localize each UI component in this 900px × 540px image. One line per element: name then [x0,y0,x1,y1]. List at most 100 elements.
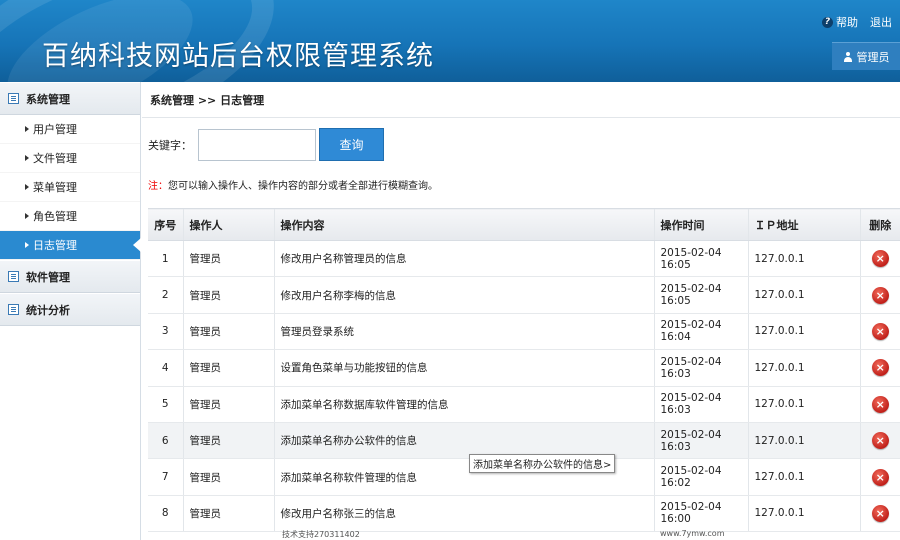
cell-index: 1 [148,240,183,278]
list-icon [8,304,19,315]
cell-delete: × [859,240,900,278]
cell-time: 2015-02-04 16:04 [653,313,748,351]
sidebar-group-statistics[interactable]: 统计分析 [0,293,140,326]
table-row: 1 管理员 修改用户名称管理员的信息 2015-02-04 16:05 127.0.0.… [148,240,900,278]
help-icon: ? [822,16,833,28]
top-nav: ? 帮助 退出 [822,14,892,30]
cell-ip: 127.0.0.1 [747,240,860,278]
cell-index: 2 [148,276,183,314]
table-row: 3 管理员 管理员登录系统 2015-02-04 16:04 127.0.0.1 × [148,313,900,351]
cell-operator: 管理员 [182,240,274,278]
sidebar-item-roles[interactable]: 角色管理 [0,202,140,231]
sidebar-group-software[interactable]: 软件管理 [0,260,140,293]
sidebar-group-system[interactable]: 系统管理 [0,82,140,115]
list-icon [8,93,19,104]
cell-content: 管理员登录系统 [273,313,654,351]
col-header-index: 序号 [148,208,183,241]
cell-ip: 127.0.0.1 [747,386,860,423]
table-row: 5 管理员 添加菜单名称数据库软件管理的信息 2015-02-04 16:03 127.… [148,386,900,423]
cell-operator: 管理员 [182,386,274,423]
sidebar-item-logs[interactable]: 日志管理 [0,231,141,260]
delete-icon[interactable]: × [871,250,889,268]
cell-index: 4 [148,349,183,387]
cell-content: 设置角色菜单与功能按钮的信息 [273,349,654,387]
tooltip: 添加菜单名称办公软件的信息> [469,454,616,473]
col-header-delete: 删除 [859,208,900,241]
sidebar-item-label: 文件管理 [33,152,77,165]
log-table: 序号 操作人 操作内容 操作时间 ＩＰ地址 删除 1 管理员 修改用户名称管理员的信… [148,208,900,533]
hint-text: 您可以输入操作人、操作内容的部分或者全部进行模糊查询。 [168,181,438,192]
delete-icon[interactable]: × [871,395,889,413]
sidebar-item-users[interactable]: 用户管理 [0,115,140,144]
main-content: 系统管理 >> 日志管理 关键字： 查询 注：您可以输入操作人、操作内容的部分或… [142,82,900,540]
cell-index: 3 [148,313,183,351]
delete-icon[interactable]: × [871,359,889,377]
cell-delete: × [859,276,900,314]
sidebar-item-menus[interactable]: 菜单管理 [0,173,140,202]
triangle-right-icon [25,242,29,248]
delete-icon[interactable]: × [871,286,889,304]
sidebar-group-label: 统计分析 [26,303,70,317]
delete-icon[interactable]: × [871,432,889,450]
cell-delete: × [859,313,900,351]
cell-time: 2015-02-04 16:00 [653,495,748,533]
cell-time: 2015-02-04 16:03 [653,349,748,387]
cell-time: 2015-02-04 16:05 [653,240,748,278]
cell-operator: 管理员 [182,276,274,314]
delete-icon[interactable]: × [871,322,889,340]
sidebar-item-files[interactable]: 文件管理 [0,144,140,173]
search-input[interactable] [198,128,316,161]
cell-ip: 127.0.0.1 [747,276,860,314]
cell-ip: 127.0.0.1 [747,313,860,351]
cell-delete: × [859,386,900,423]
sidebar: 系统管理 用户管理 文件管理 菜单管理 角色管理 日志管理 软件管理 统计分析 [0,82,141,540]
cell-content: 修改用户名称管理员的信息 [273,240,654,278]
cell-delete: × [859,458,900,496]
col-header-content: 操作内容 [273,208,654,241]
triangle-right-icon [25,184,29,190]
cell-operator: 管理员 [182,422,274,460]
cell-operator: 管理员 [182,349,274,387]
cell-ip: 127.0.0.1 [747,422,860,460]
cell-index: 5 [148,386,183,423]
footer-support: 技术支持2703114​02 [282,530,360,539]
search-bar: 关键字： 查询 [148,128,384,161]
cell-operator: 管理员 [182,458,274,496]
sidebar-item-label: 角色管理 [33,210,77,223]
cell-operator: 管理员 [182,313,274,351]
cell-content: 添加菜单名称数据库软件管理的信息 [273,386,654,423]
cell-ip: 127.0.0.1 [747,458,860,496]
search-button[interactable]: 查询 [319,128,384,161]
cell-operator: 管理员 [182,495,274,533]
cell-ip: 127.0.0.1 [747,495,860,533]
header-bar: 百纳科技网站后台权限管理系统 ? 帮助 退出 管理员 [0,0,900,82]
cell-time: 2015-02-04 16:02 [653,458,748,496]
help-link[interactable]: ? 帮助 [822,14,858,30]
delete-icon[interactable]: × [871,504,889,522]
cell-index: 6 [148,422,183,460]
col-header-time: 操作时间 [653,208,748,241]
cell-index: 7 [148,458,183,496]
sidebar-group-label: 软件管理 [26,270,70,284]
cell-delete: × [859,422,900,460]
col-header-operator: 操作人 [182,208,274,241]
cell-content: 修改用户名称李梅的信息 [273,276,654,314]
sidebar-group-label: 系统管理 [26,92,70,106]
cell-delete: × [859,349,900,387]
logout-link[interactable]: 退出 [870,14,892,30]
cell-time: 2015-02-04 16:03 [653,386,748,423]
col-header-ip: ＩＰ地址 [747,208,860,241]
hint-prefix: 注： [148,181,168,192]
table-header-row: 序号 操作人 操作内容 操作时间 ＩＰ地址 删除 [148,208,900,241]
current-user[interactable]: 管理员 [832,42,900,70]
triangle-right-icon [25,213,29,219]
sidebar-item-label: 日志管理 [33,239,77,252]
help-label: 帮助 [836,16,858,29]
triangle-right-icon [25,155,29,161]
table-row: 8 管理员 修改用户名称张三的信息 2015-02-04 16:00 127.0.0.1… [148,495,900,533]
footer-site: www.7ymw.com [660,529,725,538]
cell-ip: 127.0.0.1 [747,349,860,387]
cell-delete: × [859,495,900,533]
delete-icon[interactable]: × [871,468,889,486]
sidebar-item-label: 菜单管理 [33,181,77,194]
